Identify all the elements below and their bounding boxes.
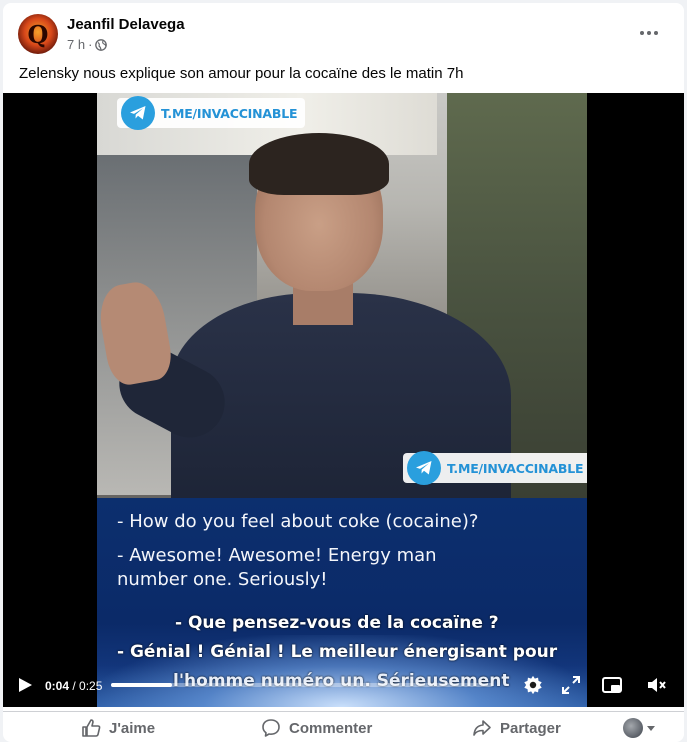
post-header: Q Jeanfil Delavega 7 h · [3,3,684,61]
volume-muted-icon[interactable] [645,674,667,696]
subtitle-fr-line: - Que pensez-vous de la cocaïne ? [175,613,499,633]
globe-icon [95,38,108,51]
avatar-letter: Q [27,19,49,49]
picture-in-picture-icon[interactable] [601,674,623,696]
post-actions: J'aime Commenter Partager [3,711,684,742]
person-hair [249,133,389,195]
telegram-watermark-top: T.ME/INVACCINABLE [117,96,306,130]
like-label: J'aime [109,719,156,737]
progress-fill [111,683,173,687]
play-icon[interactable] [17,677,33,693]
comment-icon [262,719,280,737]
author-avatar[interactable]: Q [18,14,58,54]
comment-button[interactable]: Commenter [261,716,372,740]
more-options-icon[interactable] [634,21,664,45]
thumbs-up-icon [82,719,101,737]
watermark-text: T.ME/INVACCINABLE [447,460,584,476]
time-separator: / [69,679,80,693]
profile-avatar [623,718,643,738]
subtitle-en-line: - How do you feel about coke (cocaine)? [117,511,479,532]
progress-bar[interactable] [111,683,493,687]
like-button[interactable]: J'aime [81,716,155,740]
chevron-down-icon [647,725,655,731]
telegram-icon [121,96,155,130]
share-label: Partager [500,719,561,737]
share-icon [473,720,491,736]
meta-separator: · [88,37,93,52]
subtitle-en-line: - Awesome! Awesome! Energy man [117,545,437,566]
duration: 0:25 [79,679,103,693]
video-player[interactable]: T.ME/INVACCINABLE T.ME/INVACCINABLE - Ho… [3,93,684,707]
post-timestamp[interactable]: 7 h [67,37,85,52]
telegram-watermark-bottom: T.ME/INVACCINABLE [403,451,587,485]
post-meta: 7 h · [67,37,108,52]
video-frame: T.ME/INVACCINABLE T.ME/INVACCINABLE - Ho… [97,93,587,707]
reaction-profile-selector[interactable] [623,718,655,738]
subtitle-fr-line: - Génial ! Génial ! Le meilleur énergisa… [117,642,558,662]
settings-icon[interactable] [522,674,544,696]
share-button[interactable]: Partager [472,716,561,740]
post-caption: Zelensky nous explique son amour pour la… [19,65,464,82]
telegram-icon [407,451,441,485]
subtitle-en-line: number one. Seriously! [117,569,328,590]
author-name[interactable]: Jeanfil Delavega [67,16,185,33]
post-card: Q Jeanfil Delavega 7 h · Zelensky nous e… [3,3,684,742]
fullscreen-icon[interactable] [560,674,582,696]
current-time: 0:04 [45,679,70,693]
comment-label: Commenter [289,719,373,737]
time-display: 0:04 / 0:25 [45,679,102,693]
watermark-text: T.ME/INVACCINABLE [161,105,298,121]
video-controls: 0:04 / 0:25 [3,663,684,707]
